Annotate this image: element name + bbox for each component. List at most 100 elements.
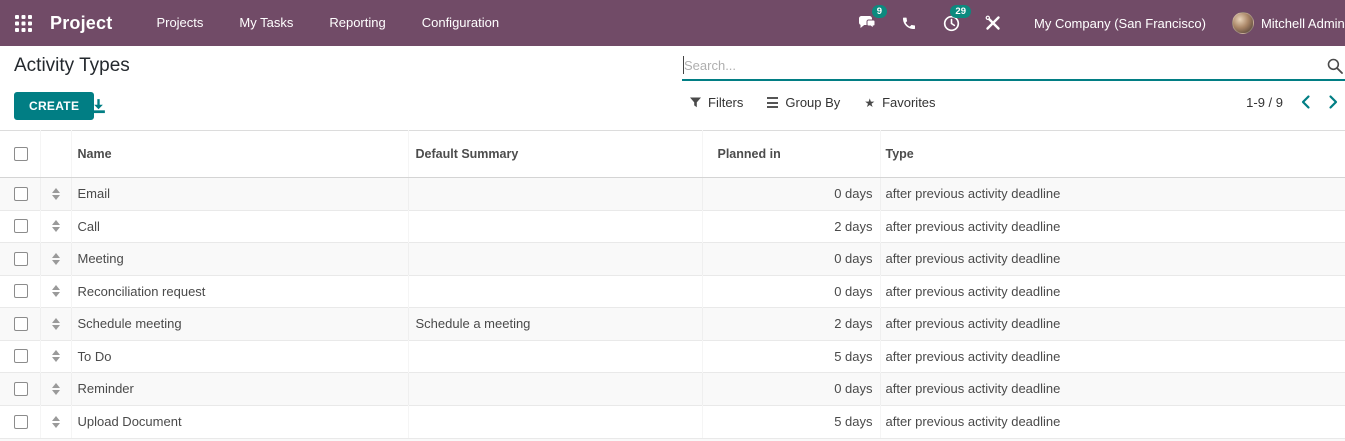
messages-button[interactable]: 9: [846, 0, 888, 46]
search-icon[interactable]: [1327, 58, 1343, 79]
cell-planned-in[interactable]: 0 days: [701, 177, 880, 210]
table-row[interactable]: Schedule meeting Schedule a meeting 2 da…: [0, 307, 1345, 340]
cell-type[interactable]: after previous activity deadline: [879, 209, 1345, 243]
main-menu: Projects My Tasks Reporting Configuratio…: [138, 0, 517, 46]
cell-name[interactable]: To Do: [70, 339, 408, 373]
cell-planned-in[interactable]: 2 days: [701, 307, 880, 340]
page-title: Activity Types: [14, 55, 130, 76]
create-button[interactable]: CREATE: [14, 92, 95, 120]
phone-icon: [903, 17, 915, 29]
table-row[interactable]: Reconciliation request 0 days after prev…: [0, 274, 1345, 308]
pager-next-icon[interactable]: [1325, 94, 1341, 115]
app-brand[interactable]: Project: [50, 13, 112, 34]
cell-summary[interactable]: [407, 372, 702, 405]
row-checkbox[interactable]: [14, 284, 28, 299]
row-checkbox[interactable]: [14, 414, 28, 429]
activities-badge: 29: [950, 5, 971, 19]
filter-controls: Filters Group By ★ Favorites: [690, 95, 960, 110]
row-checkbox[interactable]: [14, 316, 28, 331]
column-header-type[interactable]: Type: [879, 130, 1345, 178]
column-header-default-summary[interactable]: Default Summary: [407, 130, 702, 178]
export-icon[interactable]: [90, 98, 108, 116]
cell-name[interactable]: Meeting: [70, 242, 408, 275]
activities-button[interactable]: 29: [930, 0, 972, 46]
search-bar: [682, 51, 1345, 81]
menu-my-tasks[interactable]: My Tasks: [221, 0, 311, 46]
drag-handle-icon[interactable]: [41, 220, 71, 233]
row-checkbox[interactable]: [14, 251, 28, 266]
row-checkbox[interactable]: [14, 381, 28, 396]
menu-reporting[interactable]: Reporting: [311, 0, 403, 46]
row-checkbox[interactable]: [14, 349, 28, 364]
pager-previous-icon[interactable]: [1298, 94, 1314, 115]
systray: 9 29 My Company (San Francisco) Mitchell…: [846, 0, 1345, 46]
drag-handle-icon[interactable]: [41, 382, 71, 395]
table-row[interactable]: Meeting 0 days after previous activity d…: [0, 242, 1345, 275]
filters-button[interactable]: Filters: [690, 95, 743, 110]
messages-badge: 9: [871, 5, 887, 19]
tools-button[interactable]: [972, 0, 1014, 46]
group-by-icon: [767, 96, 779, 109]
cell-name[interactable]: Upload Document: [70, 404, 408, 438]
cell-type[interactable]: after previous activity deadline: [879, 274, 1345, 308]
pager-counter: 1-9 / 9: [1246, 95, 1283, 110]
cell-planned-in[interactable]: 5 days: [701, 339, 880, 373]
group-by-button[interactable]: Group By: [767, 95, 840, 110]
drag-handle-icon[interactable]: [41, 350, 71, 363]
cell-name[interactable]: Call: [70, 209, 408, 243]
user-menu[interactable]: Mitchell Admin: [1231, 12, 1345, 34]
cell-type[interactable]: after previous activity deadline: [879, 404, 1345, 438]
calls-button[interactable]: [888, 0, 930, 46]
cell-summary[interactable]: Schedule a meeting: [407, 307, 702, 340]
cell-type[interactable]: after previous activity deadline: [879, 177, 1345, 210]
cell-name[interactable]: Reminder: [70, 372, 408, 405]
control-panel: Activity Types CREATE Filters Group By: [0, 46, 1345, 130]
row-checkbox[interactable]: [14, 186, 28, 201]
drag-handle-icon[interactable]: [41, 317, 71, 330]
cell-summary[interactable]: [407, 404, 702, 438]
table-row[interactable]: Email 0 days after previous activity dea…: [0, 177, 1345, 210]
drag-handle-icon[interactable]: [41, 415, 71, 428]
menu-projects[interactable]: Projects: [138, 0, 221, 46]
cell-planned-in[interactable]: 0 days: [701, 274, 880, 308]
cell-name[interactable]: Reconciliation request: [70, 274, 408, 308]
drag-handle-icon[interactable]: [41, 252, 71, 265]
grid-icon: [14, 14, 32, 32]
cell-summary[interactable]: [407, 242, 702, 275]
select-all-checkbox[interactable]: [14, 147, 28, 161]
apps-menu-icon[interactable]: [13, 13, 33, 33]
cell-planned-in[interactable]: 2 days: [701, 209, 880, 243]
table-row[interactable]: Reminder 0 days after previous activity …: [0, 372, 1345, 405]
cell-type[interactable]: after previous activity deadline: [879, 339, 1345, 373]
favorites-button[interactable]: ★ Favorites: [864, 95, 935, 110]
table-row[interactable]: To Do 5 days after previous activity dea…: [0, 339, 1345, 373]
cell-planned-in[interactable]: 5 days: [701, 404, 880, 438]
cell-summary[interactable]: [407, 177, 702, 210]
column-header-name[interactable]: Name: [70, 130, 408, 178]
search-input[interactable]: [684, 51, 1314, 79]
column-header-planned-in[interactable]: Planned in: [701, 130, 880, 178]
user-avatar: [1231, 12, 1254, 34]
favorites-label: Favorites: [882, 95, 936, 110]
table-row[interactable]: Call 2 days after previous activity dead…: [0, 209, 1345, 243]
cell-planned-in[interactable]: 0 days: [701, 372, 880, 405]
cell-type[interactable]: after previous activity deadline: [879, 372, 1345, 405]
row-checkbox[interactable]: [14, 219, 28, 234]
cell-summary[interactable]: [407, 274, 702, 308]
cell-name[interactable]: Schedule meeting: [70, 307, 408, 340]
company-switcher[interactable]: My Company (San Francisco): [1034, 16, 1206, 31]
cell-name[interactable]: Email: [70, 177, 408, 210]
cell-type[interactable]: after previous activity deadline: [879, 242, 1345, 275]
drag-handle-icon[interactable]: [41, 285, 71, 298]
cell-summary[interactable]: [407, 209, 702, 243]
drag-handle-icon[interactable]: [41, 187, 71, 200]
chat-bubbles-icon: [858, 15, 875, 29]
handle-column-header: [39, 130, 71, 178]
cell-summary[interactable]: [407, 339, 702, 373]
cell-type[interactable]: after previous activity deadline: [879, 307, 1345, 340]
partially-visible-row[interactable]: [0, 437, 1345, 441]
top-navbar: Project Projects My Tasks Reporting Conf…: [0, 0, 1345, 46]
menu-configuration[interactable]: Configuration: [404, 0, 517, 46]
table-row[interactable]: Upload Document 5 days after previous ac…: [0, 404, 1345, 438]
cell-planned-in[interactable]: 0 days: [701, 242, 880, 275]
